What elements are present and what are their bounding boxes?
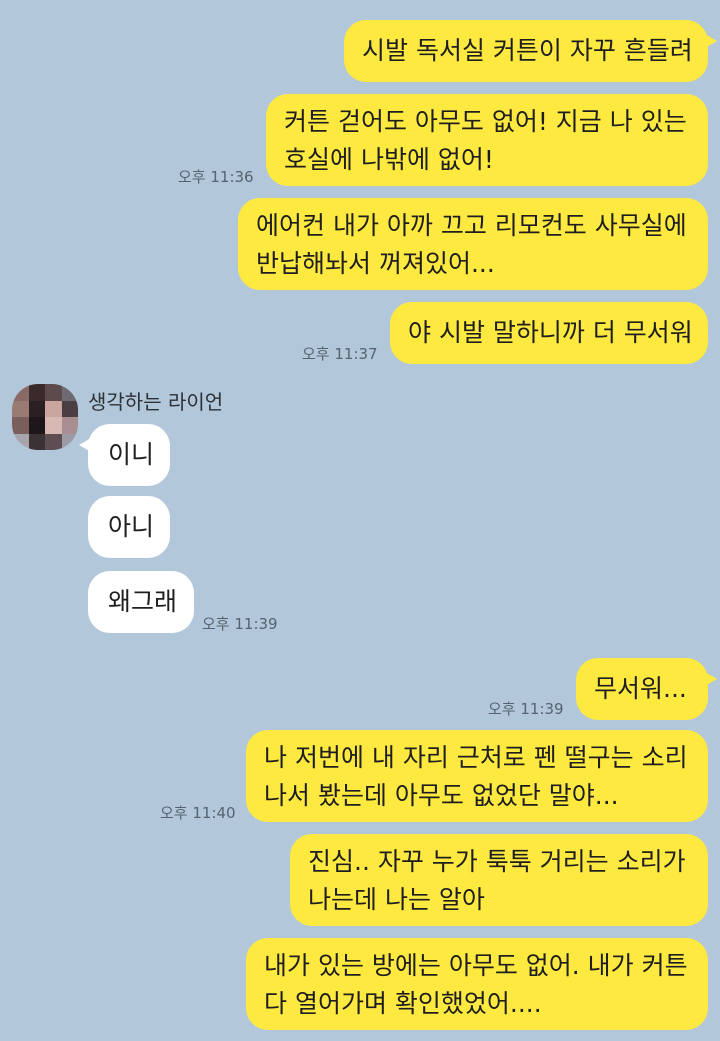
my-message-bubble: 내가 있는 방에는 아무도 없어. 내가 커튼 다 열어가며 확인했었어.... [246,938,708,1030]
message-text: 아니 [108,512,155,541]
my-message-bubble: 진심.. 자꾸 누가 툭툭 거리는 소리가 나는데 나는 알아 [290,834,708,926]
their-message-bubble: 아니 [88,496,170,558]
sender-name: 생각하는 라이언 [88,390,224,414]
message-text: 야 시발 말하니까 더 무서워 [408,318,693,347]
message-text: 다 열어가며 확인했었어.... [264,989,542,1018]
message-timestamp: 오후 11:39 [202,615,278,633]
their-message-bubble: 왜그래 [88,571,194,633]
my-message-bubble: 에어컨 내가 아까 끄고 리모컨도 사무실에 반납해놔서 꺼져있어... [238,198,708,290]
message-text: 커튼 걷어도 아무도 없어! 지금 나 있는 [284,107,687,136]
message-timestamp: 오후 11:40 [160,804,236,822]
message-text: 내가 있는 방에는 아무도 없어. 내가 커튼 [264,951,688,980]
message-text: 시발 독서실 커튼이 자꾸 흔들려 [362,36,693,65]
message-text: 무서워... [594,674,687,703]
sender-avatar[interactable] [12,384,78,450]
message-text: 나는데 나는 알아 [308,885,485,914]
my-message-bubble: 커튼 걷어도 아무도 없어! 지금 나 있는 호실에 나밖에 없어! [266,94,708,186]
message-text: 왜그래 [108,587,178,616]
my-message-bubble: 나 저번에 내 자리 근처로 펜 떨구는 소리 나서 봤는데 아무도 없었단 말… [246,730,708,822]
message-timestamp: 오후 11:39 [488,700,564,718]
their-message-bubble: 이니 [79,424,170,486]
message-text: 에어컨 내가 아까 끄고 리모컨도 사무실에 [256,211,687,240]
my-message-bubble: 무서워... [576,658,717,720]
message-text: 호실에 나밖에 없어! [284,145,494,174]
my-message-bubble: 야 시발 말하니까 더 무서워 [390,302,708,364]
message-text: 반납해놔서 꺼져있어... [256,249,495,278]
message-timestamp: 오후 11:36 [178,168,254,186]
message-text: 나 저번에 내 자리 근처로 펜 떨구는 소리 [264,743,688,772]
message-text: 나서 봤는데 아무도 없었단 말야... [264,781,619,810]
my-message-bubble: 시발 독서실 커튼이 자꾸 흔들려 [344,20,717,82]
message-text: 진심.. 자꾸 누가 툭툭 거리는 소리가 [308,847,686,876]
message-text: 이니 [108,440,155,469]
message-timestamp: 오후 11:37 [302,345,378,363]
